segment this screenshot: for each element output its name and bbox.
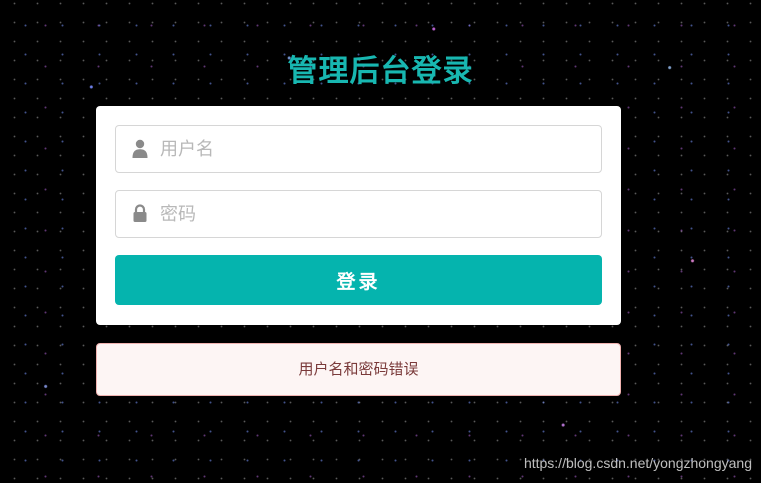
password-field[interactable] xyxy=(115,190,602,238)
error-alert: 用户名和密码错误 xyxy=(96,343,621,396)
page-title: 管理后台登录 xyxy=(287,54,474,89)
watermark: https://blog.csdn.net/yongzhongyang xyxy=(523,455,752,471)
username-field[interactable] xyxy=(115,125,602,173)
password-input[interactable] xyxy=(160,191,590,237)
login-card: 登录 xyxy=(96,106,621,325)
user-icon xyxy=(131,139,149,159)
error-message: 用户名和密码错误 xyxy=(298,360,419,378)
login-button[interactable]: 登录 xyxy=(115,255,602,305)
username-input[interactable] xyxy=(160,126,590,172)
lock-icon xyxy=(131,204,149,224)
